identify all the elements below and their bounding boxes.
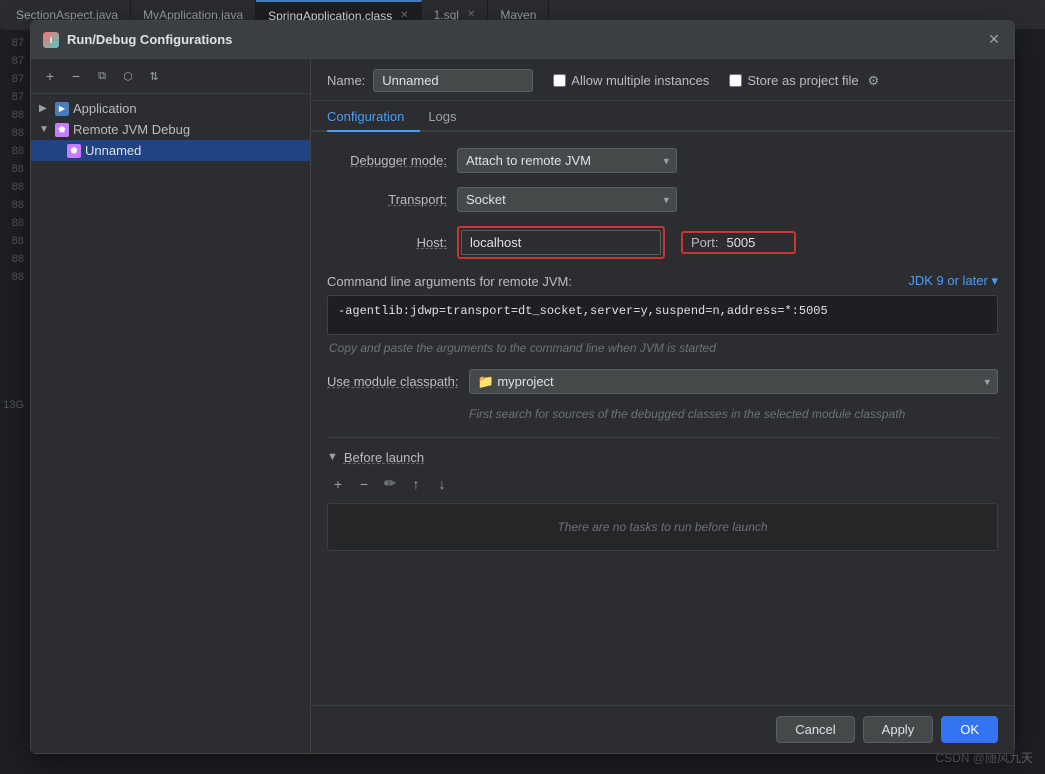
intellij-icon: i (43, 32, 59, 48)
dialog-footer: Cancel Apply OK (311, 705, 1014, 753)
before-launch-header: ▼ Before launch (327, 450, 998, 465)
config-content: Debugger mode: Attach to remote JVM List… (311, 132, 1014, 705)
port-label: Port: (691, 235, 718, 250)
name-input[interactable] (373, 69, 533, 92)
before-launch-label: Before launch (344, 450, 424, 465)
tree-arrow-application: ▶ (39, 103, 51, 114)
allow-multiple-label: Allow multiple instances (571, 73, 709, 88)
cmdline-hint: Copy and paste the arguments to the comm… (327, 341, 998, 355)
before-launch-up-button[interactable]: ↑ (405, 473, 427, 495)
add-config-button[interactable]: + (39, 65, 61, 87)
module-hint: First search for sources of the debugged… (467, 402, 998, 423)
config-tabs: Configuration Logs (311, 101, 1014, 132)
ok-button[interactable]: OK (941, 716, 998, 743)
transport-row: Transport: Socket Shared memory (327, 187, 998, 212)
before-launch-empty: There are no tasks to run before launch (327, 503, 998, 551)
port-group: Port: (681, 231, 796, 254)
line-numbers: 87878787 88888888 88888888 8888 13G (0, 30, 28, 774)
cancel-button[interactable]: Cancel (776, 716, 854, 743)
store-as-project-group: Store as project file ⚙ (729, 73, 879, 89)
remote-jvm-icon: ⬟ (55, 123, 69, 137)
module-select-wrapper: 📁 myproject (469, 369, 998, 394)
transport-label: Transport: (327, 192, 457, 207)
host-label: Host: (327, 235, 457, 250)
config-tree: ▶ ▶ Application ▼ ⬟ Remote JVM Debug ⬟ U… (31, 94, 310, 753)
before-launch-toolbar: + − ✏ ↑ ↓ (327, 473, 998, 495)
port-input[interactable] (726, 235, 786, 250)
sort-config-button[interactable]: ⇅ (143, 65, 165, 87)
host-port-row: Host: Port: (327, 226, 998, 259)
tree-arrow-remote-jvm: ▼ (39, 124, 51, 135)
dialog-title-left: i Run/Debug Configurations (43, 32, 232, 48)
host-input-box (457, 226, 665, 259)
cmdline-text: -agentlib:jdwp=transport=dt_socket,serve… (327, 295, 998, 335)
before-launch-edit-button[interactable]: ✏ (379, 473, 401, 495)
debugger-mode-row: Debugger mode: Attach to remote JVM List… (327, 148, 998, 173)
allow-multiple-group: Allow multiple instances (553, 73, 709, 88)
tree-item-unnamed[interactable]: ⬟ Unnamed (31, 140, 310, 161)
before-launch-remove-button[interactable]: − (353, 473, 375, 495)
store-as-project-label: Store as project file (747, 73, 858, 88)
host-field-wrapper: Port: (457, 226, 796, 259)
unnamed-icon: ⬟ (67, 144, 81, 158)
debugger-mode-label: Debugger mode: (327, 153, 457, 168)
debugger-mode-wrapper: Attach to remote JVM Listen to remote JV… (457, 148, 677, 173)
host-input[interactable] (461, 230, 661, 255)
name-row: Name: Allow multiple instances Store as … (311, 59, 1014, 101)
remove-config-button[interactable]: − (65, 65, 87, 87)
store-project-settings-icon[interactable]: ⚙ (868, 73, 880, 89)
move-config-button[interactable]: ⬡ (117, 65, 139, 87)
transport-wrapper: Socket Shared memory (457, 187, 677, 212)
cmdline-header: Command line arguments for remote JVM: J… (327, 273, 998, 289)
module-label: Use module classpath: (327, 374, 469, 389)
store-as-project-checkbox[interactable] (729, 74, 742, 87)
debugger-mode-select[interactable]: Attach to remote JVM Listen to remote JV… (457, 148, 677, 173)
tree-label-unnamed: Unnamed (85, 143, 141, 158)
tree-item-application[interactable]: ▶ ▶ Application (31, 98, 310, 119)
tab-close-icon[interactable]: ✕ (467, 9, 475, 20)
name-label: Name: (327, 73, 365, 88)
allow-multiple-checkbox[interactable] (553, 74, 566, 87)
copy-config-button[interactable]: ⧉ (91, 65, 113, 87)
left-toolbar: + − ⧉ ⬡ ⇅ (31, 59, 310, 94)
tab-configuration[interactable]: Configuration (327, 101, 420, 132)
before-launch-add-button[interactable]: + (327, 473, 349, 495)
before-launch-section: ▼ Before launch + − ✏ ↑ ↓ There are no t… (327, 437, 998, 551)
dialog-titlebar: i Run/Debug Configurations ✕ (31, 21, 1014, 59)
tree-label-application: Application (73, 101, 137, 116)
cmdline-label: Command line arguments for remote JVM: (327, 274, 572, 289)
apply-button[interactable]: Apply (863, 716, 934, 743)
right-panel: Name: Allow multiple instances Store as … (311, 59, 1014, 753)
left-panel: + − ⧉ ⬡ ⇅ ▶ ▶ App (31, 59, 311, 753)
tree-label-remote-jvm: Remote JVM Debug (73, 122, 190, 137)
cmdline-section: Command line arguments for remote JVM: J… (327, 273, 998, 355)
dialog-close-button[interactable]: ✕ (986, 32, 1002, 48)
dialog-title: Run/Debug Configurations (67, 32, 232, 47)
application-icon: ▶ (55, 102, 69, 116)
transport-select[interactable]: Socket Shared memory (457, 187, 677, 212)
module-row: Use module classpath: 📁 myproject (327, 369, 998, 394)
module-select[interactable]: 📁 myproject (469, 369, 998, 394)
jdk-link[interactable]: JDK 9 or later ▾ (908, 273, 998, 289)
before-launch-down-button[interactable]: ↓ (431, 473, 453, 495)
run-debug-dialog: i Run/Debug Configurations ✕ + − ⧉ ⬡ (30, 20, 1015, 754)
tab-logs[interactable]: Logs (428, 101, 472, 132)
dialog-body: + − ⧉ ⬡ ⇅ ▶ ▶ App (31, 59, 1014, 753)
tree-item-remote-jvm[interactable]: ▼ ⬟ Remote JVM Debug (31, 119, 310, 140)
before-launch-collapse-icon[interactable]: ▼ (327, 451, 338, 463)
